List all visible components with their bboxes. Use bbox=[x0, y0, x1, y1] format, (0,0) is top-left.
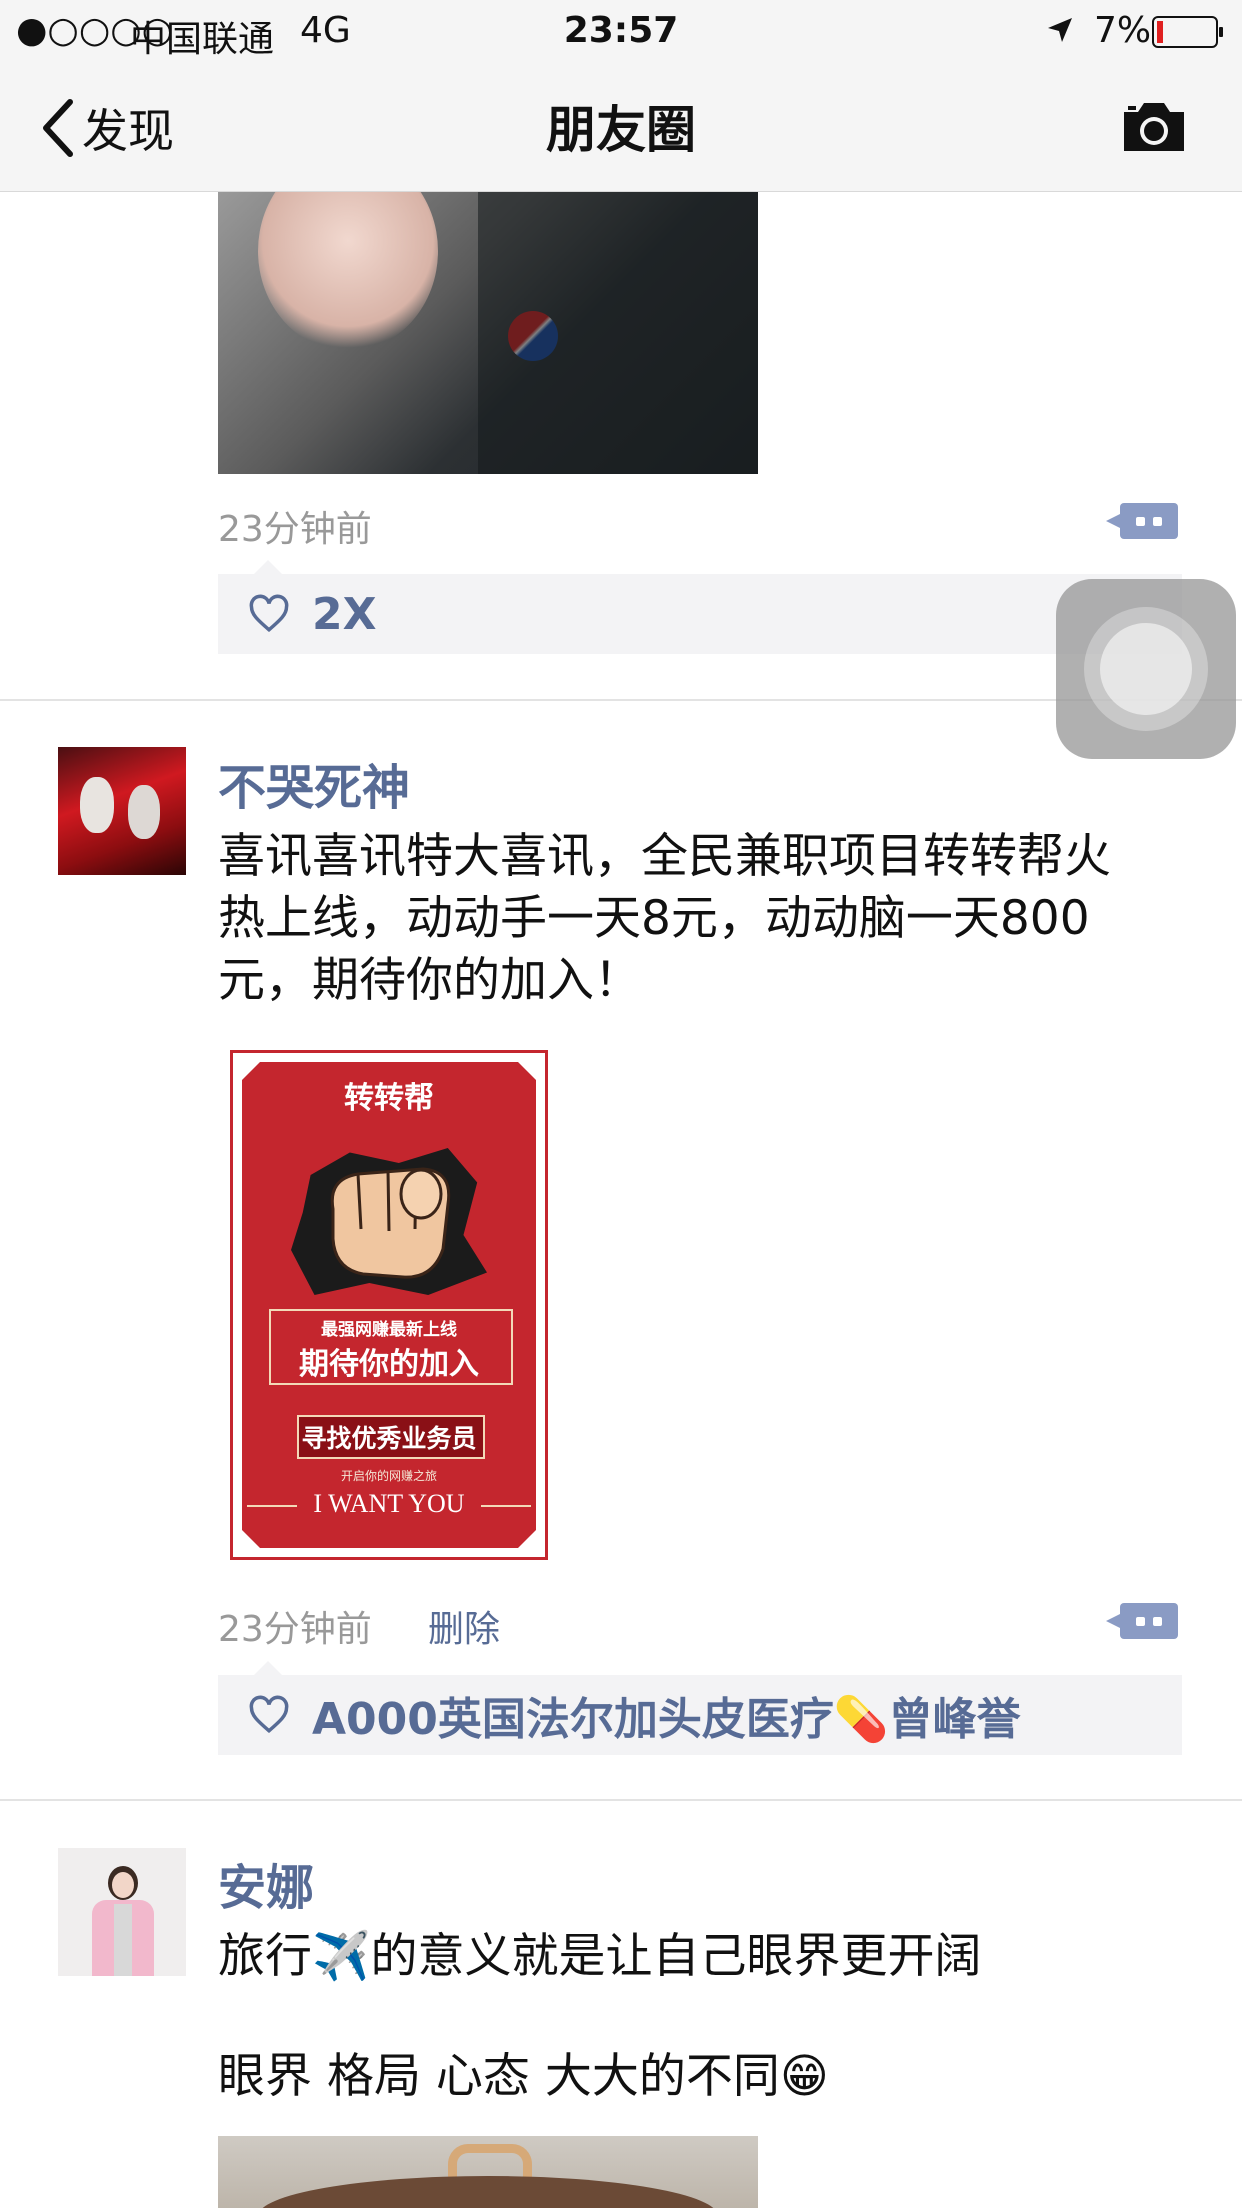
post-image[interactable]: 转转帮 最强网赚最新上线 期待你的加入 寻找优秀业务员 开启你的网赚之旅 I W… bbox=[230, 1050, 548, 1560]
avatar[interactable] bbox=[58, 747, 186, 875]
likes-bar: 2X bbox=[218, 560, 1182, 654]
comment-menu-button[interactable] bbox=[1106, 1603, 1178, 1639]
post-text-line: 喜讯喜讯特大喜讯，全民兼职项目转转帮火 bbox=[218, 829, 1111, 884]
poster-subtitle: 最强网赚最新上线 bbox=[321, 1320, 457, 1340]
poster-name[interactable]: 安娜 bbox=[218, 1848, 314, 1918]
post-time: 23分钟前 bbox=[218, 509, 372, 550]
pointing-hand-icon bbox=[330, 1167, 451, 1279]
navigation-bar: ●○○○○ 中国联通 4G 23:57 7% 发现 朋友圈 bbox=[0, 0, 1242, 192]
mask-face-shape bbox=[128, 785, 160, 839]
poster-banner-text: 寻找优秀业务员 bbox=[301, 1424, 477, 1453]
battery-percent: 7% bbox=[1094, 10, 1152, 51]
bag-shape bbox=[258, 2176, 718, 2208]
location-icon bbox=[1046, 16, 1074, 48]
face-shape bbox=[112, 1872, 134, 1898]
poster-rule bbox=[247, 1505, 297, 1507]
post-text-line: 眼界 格局 心态 大大的不同😁 bbox=[218, 2049, 829, 2104]
avatar[interactable] bbox=[58, 1848, 186, 1976]
likes-names[interactable]: A000英国法尔加头皮医疗💊曾峰誉 bbox=[312, 1683, 1021, 1747]
camera-icon bbox=[1124, 103, 1184, 151]
post-divider bbox=[0, 1799, 1242, 1801]
post-time: 23分钟前 bbox=[218, 1609, 372, 1650]
poster-headline: 期待你的加入 bbox=[299, 1347, 479, 1382]
page-title: 朋友圈 bbox=[546, 101, 696, 159]
likes-names[interactable]: 2X bbox=[312, 589, 377, 640]
face-shape bbox=[258, 191, 438, 351]
poster-name[interactable]: 不哭死神 bbox=[218, 748, 410, 818]
mask-face-shape bbox=[80, 777, 114, 833]
battery-icon bbox=[1152, 16, 1224, 52]
post-text-line: 热上线，动动手一天8元，动动脑一天800 bbox=[218, 891, 1090, 946]
post-text: 喜讯喜讯特大喜讯，全民兼职项目转转帮火 热上线，动动手一天8元，动动脑一天800… bbox=[218, 826, 1178, 1012]
dress-shape bbox=[114, 1904, 132, 1976]
poster-caption: 开启你的网赚之旅 bbox=[340, 1469, 437, 1483]
poster-slogan: I WANT YOU bbox=[313, 1489, 465, 1518]
poster-rule bbox=[481, 1505, 531, 1507]
post-photo[interactable] bbox=[218, 191, 758, 474]
jacket-shape bbox=[478, 191, 758, 474]
camera-button[interactable] bbox=[1120, 100, 1188, 158]
delete-button[interactable]: 删除 bbox=[428, 1600, 500, 1652]
post-photo[interactable] bbox=[218, 2136, 758, 2208]
heart-icon bbox=[249, 1695, 289, 1734]
post-text-line: 旅行✈️的意义就是让自己眼界更开阔 bbox=[218, 1929, 982, 1984]
post-text-line: 元，期待你的加入！ bbox=[218, 953, 641, 1008]
poster-title: 转转帮 bbox=[344, 1081, 434, 1116]
assistive-touch-button[interactable] bbox=[1056, 579, 1236, 759]
likes-bar: A000英国法尔加头皮医疗💊曾峰誉 bbox=[218, 1661, 1182, 1755]
comment-menu-button[interactable] bbox=[1106, 503, 1178, 539]
heart-icon bbox=[249, 594, 289, 633]
